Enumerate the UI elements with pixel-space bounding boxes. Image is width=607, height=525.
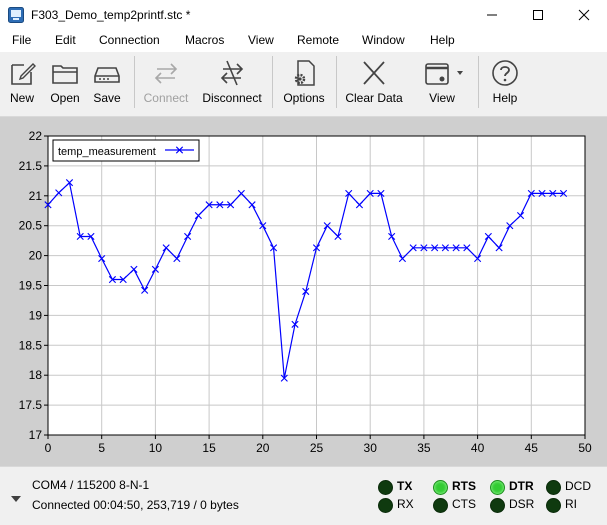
plot-panel: 0 5 10 15 20 25 30 35 40 45 50 17 17.5 18 18.5 19 19.5 20…: [0, 117, 607, 466]
toolbar-separator: [134, 56, 135, 108]
toolbar: New Open Save Connect Disconnect Options…: [0, 52, 607, 117]
y-tick-label: 19.5: [19, 279, 43, 293]
led-ri: [546, 498, 561, 513]
view-window-icon: [425, 63, 463, 85]
view-label: View: [429, 91, 455, 105]
led-cts-label: CTS: [452, 497, 476, 511]
connection-settings: COM4 / 115200 8-N-1: [32, 478, 150, 492]
title-bar: F303_Demo_temp2printf.stc *: [0, 0, 607, 30]
close-button[interactable]: [561, 0, 607, 30]
y-tick-label: 21: [29, 189, 43, 203]
disconnect-label: Disconnect: [202, 91, 262, 105]
toolbar-separator: [336, 56, 337, 108]
menu-window[interactable]: Window: [362, 33, 405, 47]
status-bar: COM4 / 115200 8-N-1 Connected 00:04:50, …: [0, 466, 607, 525]
options-gear-icon: [294, 60, 315, 86]
led-rx-label: RX: [397, 497, 414, 511]
led-dcd-label: DCD: [565, 479, 591, 493]
maximize-icon: [533, 10, 543, 20]
y-tick-label: 20.5: [19, 219, 43, 233]
menu-file[interactable]: File: [12, 33, 31, 47]
y-tick-label: 20: [29, 249, 43, 263]
minimize-button[interactable]: [469, 0, 515, 30]
y-tick-label: 21.5: [19, 159, 43, 173]
clear-data-button[interactable]: Clear Data: [344, 52, 404, 112]
help-label: Help: [492, 91, 518, 105]
temperature-chart[interactable]: 0 5 10 15 20 25 30 35 40 45 50 17 17.5 18 18.5 19 19.5 20…: [0, 117, 607, 466]
minimize-icon: [487, 14, 497, 16]
options-label: Options: [283, 91, 325, 105]
led-rts[interactable]: [433, 480, 448, 495]
menu-connection[interactable]: Connection: [99, 33, 160, 47]
open-button[interactable]: Open: [46, 52, 84, 112]
toolbar-separator: [478, 56, 479, 108]
led-tx: [378, 480, 393, 495]
led-dtr-label: DTR: [509, 479, 534, 493]
y-tick-label: 18.5: [19, 338, 43, 352]
connect-button[interactable]: Connect: [142, 52, 190, 112]
connect-arrows-icon: [154, 63, 178, 84]
window-title: F303_Demo_temp2printf.stc *: [31, 8, 191, 22]
connection-details: Connected 00:04:50, 253,719 / 0 bytes: [32, 498, 239, 512]
y-tick-label: 17.5: [19, 398, 43, 412]
x-tick-label: 20: [256, 441, 270, 455]
x-tick-label: 15: [202, 441, 216, 455]
x-tick-label: 5: [98, 441, 105, 455]
x-tick-label: 0: [45, 441, 52, 455]
save-drive-icon: [94, 67, 120, 83]
save-label: Save: [93, 91, 121, 105]
x-tick-label: 45: [525, 441, 539, 455]
led-dsr: [490, 498, 505, 513]
led-dtr[interactable]: [490, 480, 505, 495]
folder-open-icon: [52, 65, 78, 84]
connect-label: Connect: [143, 91, 189, 105]
led-dcd: [546, 480, 561, 495]
y-tick-label: 19: [29, 308, 43, 322]
clear-x-icon: [363, 61, 385, 85]
disconnect-button[interactable]: Disconnect: [200, 52, 264, 112]
open-label: Open: [50, 91, 80, 105]
maximize-button[interactable]: [515, 0, 561, 30]
help-button[interactable]: Help: [488, 52, 522, 112]
x-tick-label: 10: [149, 441, 163, 455]
legend-label: temp_measurement: [58, 146, 156, 158]
help-question-icon: [492, 60, 518, 86]
led-cts: [433, 498, 448, 513]
save-button[interactable]: Save: [90, 52, 124, 112]
view-button[interactable]: View: [416, 52, 468, 112]
led-rts-label: RTS: [452, 479, 476, 493]
y-tick-label: 22: [29, 129, 43, 143]
menu-edit[interactable]: Edit: [55, 33, 76, 47]
x-tick-label: 25: [310, 441, 324, 455]
x-tick-label: 50: [578, 441, 592, 455]
new-button[interactable]: New: [4, 52, 40, 112]
x-tick-label: 30: [364, 441, 378, 455]
close-icon: [578, 9, 590, 21]
clear-data-label: Clear Data: [345, 91, 403, 105]
x-tick-label: 40: [471, 441, 485, 455]
y-tick-label: 18: [29, 368, 43, 382]
disconnect-arrows-icon: [220, 60, 244, 86]
app-icon: [8, 7, 24, 23]
menu-view[interactable]: View: [248, 33, 274, 47]
x-tick-label: 35: [417, 441, 431, 455]
menu-help[interactable]: Help: [430, 33, 455, 47]
y-tick-label: 17: [29, 428, 43, 442]
new-file-icon: [11, 63, 36, 85]
new-label: New: [9, 91, 34, 105]
led-tx-label: TX: [397, 479, 413, 493]
menu-bar: File Edit Connection Macros View Remote …: [0, 30, 607, 52]
toolbar-separator: [272, 56, 273, 108]
menu-remote[interactable]: Remote: [297, 33, 339, 47]
led-rx: [378, 498, 393, 513]
options-button[interactable]: Options: [280, 52, 328, 112]
led-dsr-label: DSR: [509, 497, 535, 511]
expand-arrow-icon[interactable]: [10, 494, 22, 504]
menu-macros[interactable]: Macros: [185, 33, 224, 47]
led-ri-label: RI: [565, 497, 577, 511]
